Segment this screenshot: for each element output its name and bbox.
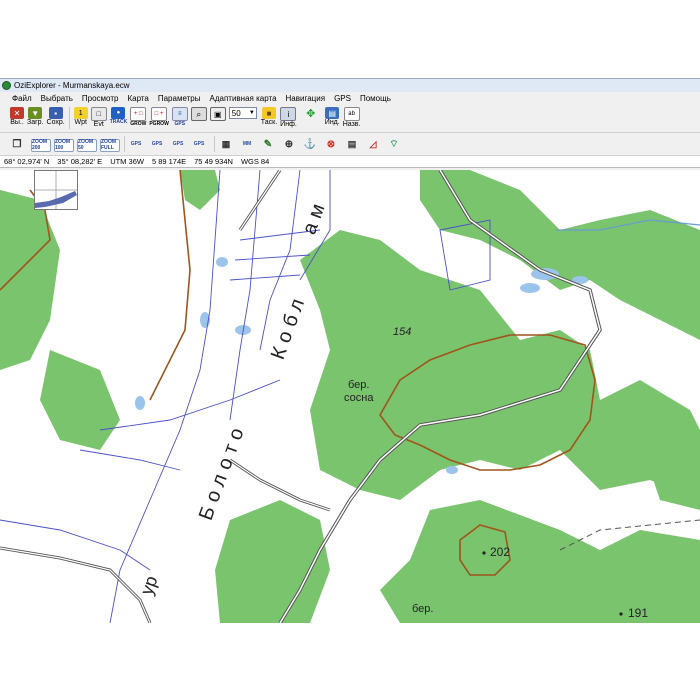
datum-readout: WGS 84 bbox=[240, 157, 270, 166]
tree-label-birch-2: бер. bbox=[412, 603, 434, 615]
pen-icon[interactable]: ✎ bbox=[261, 138, 275, 150]
select-area-button[interactable]: ▣ bbox=[209, 105, 226, 121]
gps-route-button[interactable]: GPS bbox=[171, 138, 185, 150]
load-button[interactable]: ▼ Загр. bbox=[27, 105, 44, 126]
menu-bar: Файл Выбрать Просмотр Карта Параметры Ад… bbox=[0, 92, 700, 105]
elevation-label-191: 191 bbox=[628, 606, 649, 620]
northing-readout: 75 49 934N bbox=[194, 157, 233, 166]
menu-navigation[interactable]: Навигация bbox=[286, 94, 326, 103]
zoom-200-button[interactable]: ZOOM 200 bbox=[31, 137, 51, 152]
app-window: OziExplorer - Murmanskaya.ecw Файл Выбра… bbox=[0, 78, 700, 623]
latitude-readout: 68° 02,974' N bbox=[4, 157, 50, 166]
menu-map[interactable]: Карта bbox=[127, 94, 148, 103]
load-icon: ▼ bbox=[28, 107, 43, 119]
toolbar-separator bbox=[124, 136, 125, 152]
lake bbox=[531, 268, 559, 280]
zoom-full-button[interactable]: ZOOM FULL bbox=[100, 137, 120, 152]
main-toolbar: ✕ Вы.. ▼ Загр. ▪ Сохр. 1 Wpt □ Evt ● TRA… bbox=[0, 105, 700, 133]
event-icon: □ bbox=[90, 107, 107, 121]
wpt-button[interactable]: 1 Wpt bbox=[73, 105, 88, 126]
pgrow-button[interactable]: □ + PGROW bbox=[149, 105, 169, 127]
status-bar: 68° 02,974' N 35° 08,282' E UTM 36W 5 89… bbox=[0, 156, 700, 168]
pgrow-icon: □ + bbox=[151, 107, 168, 121]
search-button[interactable]: ⌕ bbox=[190, 105, 207, 121]
save-button[interactable]: ▪ Сохр. bbox=[47, 105, 65, 126]
utm-zone-readout: UTM 36W bbox=[110, 157, 144, 166]
easting-readout: 5 89 174E bbox=[151, 157, 187, 166]
lake bbox=[446, 466, 458, 474]
menu-select[interactable]: Выбрать bbox=[41, 94, 73, 103]
gps-snap-button[interactable]: ≡ GPS bbox=[171, 105, 188, 127]
save-icon: ▪ bbox=[48, 107, 63, 119]
elevation-point bbox=[619, 612, 623, 616]
move-button[interactable]: ✥ bbox=[300, 105, 322, 120]
exit-button[interactable]: ✕ Вы.. bbox=[10, 105, 24, 126]
waypoint-icon: 1 bbox=[73, 107, 88, 119]
anchor-icon[interactable]: ⚓ bbox=[303, 138, 317, 150]
lake bbox=[520, 283, 540, 293]
gps-waypoint-upload-button[interactable]: GPS bbox=[129, 138, 143, 150]
menu-help[interactable]: Помощь bbox=[360, 94, 391, 103]
ind-button[interactable]: ▤ Инд. bbox=[325, 105, 340, 126]
menu-adaptive-map[interactable]: Адаптивная карта bbox=[210, 94, 277, 103]
names-icon: ab bbox=[343, 107, 360, 121]
indicator-icon: ▤ bbox=[325, 107, 340, 119]
track-icon: ● bbox=[111, 107, 126, 119]
chart-icon[interactable]: ◿ bbox=[366, 138, 380, 150]
compass-icon[interactable]: ⊕ bbox=[282, 138, 296, 150]
alarm-icon[interactable]: ⊗ bbox=[324, 138, 338, 150]
menu-file[interactable]: Файл bbox=[12, 94, 32, 103]
grow-button[interactable]: + □ GROW bbox=[130, 105, 146, 127]
mm-button[interactable]: MM bbox=[240, 138, 254, 150]
title-bar: OziExplorer - Murmanskaya.ecw bbox=[0, 79, 700, 92]
elevation-label-202: 202 bbox=[490, 545, 511, 559]
map-view[interactable]: 154 бер. сосна 202 бер. 191 ур Болото Ко… bbox=[0, 170, 700, 623]
toolbar-separator bbox=[214, 136, 215, 152]
gps-waypoint-download-button[interactable]: GPS bbox=[150, 138, 164, 150]
elevation-point bbox=[482, 551, 486, 555]
zoom-50-button[interactable]: ZOOM 50 bbox=[77, 137, 97, 152]
menu-gps[interactable]: GPS bbox=[334, 94, 351, 103]
move-arrows-icon: ✥ bbox=[306, 107, 316, 120]
tree-label-pine: сосна bbox=[344, 392, 374, 404]
menu-settings[interactable]: Параметры bbox=[158, 94, 201, 103]
exit-icon: ✕ bbox=[10, 107, 24, 119]
window-title: OziExplorer - Murmanskaya.ecw bbox=[14, 81, 130, 90]
magnifier-icon: ⌕ bbox=[190, 107, 207, 121]
evt-button[interactable]: □ Evt bbox=[90, 105, 107, 128]
layers-icon[interactable]: ❐ bbox=[10, 138, 24, 150]
toolbar-separator bbox=[68, 107, 70, 129]
zoom-100-button[interactable]: ZOOM 100 bbox=[54, 137, 74, 152]
chevron-down-icon: ▼ bbox=[248, 110, 255, 116]
menu-view[interactable]: Просмотр bbox=[82, 94, 119, 103]
info-button[interactable]: i Инф. bbox=[280, 105, 297, 128]
longitude-readout: 35° 08,282' E bbox=[57, 157, 103, 166]
overview-map-image bbox=[35, 171, 77, 209]
names-button[interactable]: ab Назв. bbox=[343, 105, 360, 128]
info-icon: i bbox=[280, 107, 297, 121]
tree-label-birch: бер. bbox=[348, 379, 370, 391]
lake bbox=[216, 257, 228, 267]
lake bbox=[135, 396, 145, 410]
select-area-icon: ▣ bbox=[209, 107, 226, 121]
table-icon[interactable]: ▤ bbox=[345, 138, 359, 150]
elevation-label-154: 154 bbox=[393, 326, 412, 338]
secondary-toolbar: ❐ ZOOM 200 ZOOM 100 ZOOM 50 ZOOM FULL GP… bbox=[0, 133, 700, 156]
signal-icon[interactable]: ⌔ bbox=[387, 138, 401, 150]
grow-icon: + □ bbox=[130, 107, 147, 121]
overview-map[interactable] bbox=[34, 170, 78, 210]
gps-track-button[interactable]: GPS bbox=[192, 138, 206, 150]
grid-icon[interactable]: ▦ bbox=[219, 138, 233, 150]
zoom-select[interactable]: 50 ▼ bbox=[228, 107, 257, 119]
app-icon bbox=[2, 81, 11, 90]
gps-snap-icon: ≡ bbox=[171, 107, 188, 121]
lock-icon: ■ bbox=[261, 107, 276, 119]
task-button[interactable]: ■ Таск. bbox=[261, 105, 277, 126]
track-button[interactable]: ● TRACK bbox=[110, 105, 127, 125]
